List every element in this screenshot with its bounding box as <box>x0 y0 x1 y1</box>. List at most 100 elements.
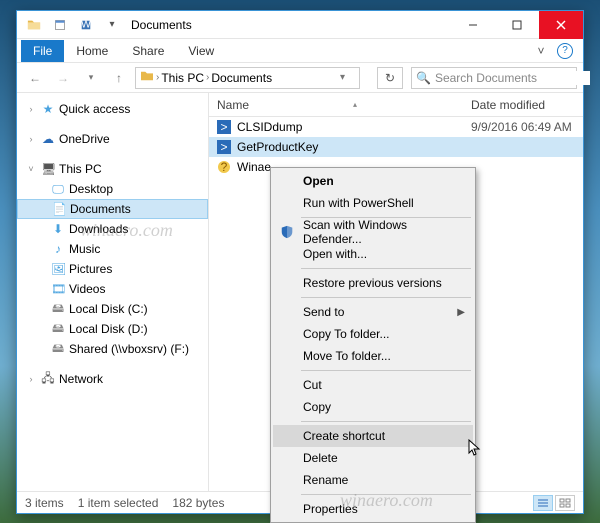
window-controls <box>451 11 583 39</box>
forward-button[interactable]: → <box>51 66 75 90</box>
powershell-file-icon: > <box>217 120 231 134</box>
quick-access-toolbar: W ▾ <box>17 14 123 36</box>
menu-item-copy[interactable]: Copy <box>273 396 473 418</box>
menu-item-delete[interactable]: Delete <box>273 447 473 469</box>
list-item[interactable]: >GetProductKey <box>209 137 583 157</box>
close-button[interactable] <box>539 11 583 39</box>
menu-item-copy-to[interactable]: Copy To folder... <box>273 323 473 345</box>
cloud-icon: ☁ <box>41 132 55 146</box>
tab-home[interactable]: Home <box>64 40 120 62</box>
chevron-right-icon[interactable]: › <box>206 72 209 83</box>
network-icon: 🖧 <box>41 369 55 390</box>
menu-item-restore-versions[interactable]: Restore previous versions <box>273 272 473 294</box>
sort-indicator-icon: ▴ <box>353 100 357 109</box>
sidebar-item-onedrive[interactable]: ›☁OneDrive <box>17 129 208 149</box>
chevron-down-icon[interactable]: ˅ <box>25 164 37 174</box>
chevron-right-icon[interactable]: › <box>25 104 37 114</box>
sidebar-item-documents[interactable]: 📄Documents <box>17 199 208 219</box>
svg-text:>: > <box>220 120 227 134</box>
qat-dropdown-icon[interactable]: ▾ <box>101 14 123 36</box>
menu-item-cut[interactable]: Cut <box>273 374 473 396</box>
ribbon: File Home Share View ˅ ? <box>17 39 583 63</box>
network-drive-icon: 🖴 <box>51 339 65 360</box>
chevron-right-icon[interactable]: › <box>156 72 159 83</box>
context-menu: Open Run with PowerShell Scan with Windo… <box>270 167 476 523</box>
search-box[interactable]: 🔍 <box>411 67 577 89</box>
details-view-button[interactable] <box>533 495 553 511</box>
chevron-right-icon[interactable]: › <box>25 134 37 144</box>
back-button[interactable]: ← <box>23 66 47 90</box>
list-header: Name▴ Date modified <box>209 93 583 117</box>
menu-item-open[interactable]: Open <box>273 170 473 192</box>
breadcrumb[interactable]: › This PC › Documents <box>135 67 360 89</box>
menu-separator <box>301 268 471 269</box>
menu-item-run-powershell[interactable]: Run with PowerShell <box>273 192 473 214</box>
menu-item-open-with[interactable]: Open with... <box>273 243 473 265</box>
menu-separator <box>301 421 471 422</box>
menu-item-rename[interactable]: Rename <box>273 469 473 491</box>
videos-icon: 🎞 <box>51 282 65 296</box>
sidebar-item-network[interactable]: ›🖧Network <box>17 369 208 389</box>
qat-properties-icon[interactable] <box>49 14 71 36</box>
music-icon: ♪ <box>51 242 65 256</box>
downloads-icon: ⬇ <box>51 222 65 236</box>
chevron-right-icon[interactable]: › <box>25 374 37 384</box>
sidebar-item-videos[interactable]: 🎞Videos <box>17 279 208 299</box>
sidebar-item-downloads[interactable]: ⬇Downloads <box>17 219 208 239</box>
column-name[interactable]: Name▴ <box>209 98 463 112</box>
maximize-button[interactable] <box>495 11 539 39</box>
sidebar-item-shared[interactable]: 🖴Shared (\\vboxsrv) (F:) <box>17 339 208 359</box>
menu-separator <box>301 370 471 371</box>
svg-text:W: W <box>81 19 91 30</box>
ribbon-expand-icon[interactable]: ˅ <box>533 43 549 59</box>
file-tab[interactable]: File <box>21 40 64 62</box>
menu-item-create-shortcut[interactable]: Create shortcut <box>273 425 473 447</box>
column-date[interactable]: Date modified <box>463 98 583 112</box>
folder-icon <box>140 70 154 85</box>
status-selected: 1 item selected <box>78 496 159 510</box>
disk-icon: 🖴 <box>51 319 65 340</box>
chevron-right-icon: ▶ <box>457 307 465 318</box>
breadcrumb-segment[interactable]: Documents <box>211 71 272 85</box>
breadcrumb-segment[interactable]: This PC <box>161 71 204 85</box>
tab-view[interactable]: View <box>176 40 226 62</box>
pictures-icon: 🖼 <box>51 262 65 276</box>
refresh-button[interactable]: ↻ <box>377 67 403 89</box>
icons-view-button[interactable] <box>555 495 575 511</box>
documents-icon: 📄 <box>52 202 66 216</box>
minimize-button[interactable] <box>451 11 495 39</box>
sidebar-item-desktop[interactable]: 🖵Desktop <box>17 179 208 199</box>
navigation-pane: ›★Quick access ›☁OneDrive ˅🖥This PC 🖵Des… <box>17 93 209 491</box>
help-icon[interactable]: ? <box>557 43 573 59</box>
titlebar: W ▾ Documents <box>17 11 583 39</box>
search-input[interactable] <box>435 71 590 85</box>
menu-item-send-to[interactable]: Send to▶ <box>273 301 473 323</box>
sidebar-item-pictures[interactable]: 🖼Pictures <box>17 259 208 279</box>
sidebar-item-disk-d[interactable]: 🖴Local Disk (D:) <box>17 319 208 339</box>
help-file-icon: ? <box>217 160 231 174</box>
sidebar-item-disk-c[interactable]: 🖴Local Disk (C:) <box>17 299 208 319</box>
up-button[interactable]: ↑ <box>107 66 131 90</box>
status-count: 3 items <box>25 496 64 510</box>
menu-item-move-to[interactable]: Move To folder... <box>273 345 473 367</box>
powershell-file-icon: > <box>217 140 231 154</box>
sidebar-item-quick-access[interactable]: ›★Quick access <box>17 99 208 119</box>
menu-item-scan-defender[interactable]: Scan with Windows Defender... <box>273 221 473 243</box>
recent-locations-icon[interactable]: ▾ <box>79 66 103 90</box>
search-icon: 🔍 <box>416 71 431 85</box>
computer-icon: 🖥 <box>41 162 55 176</box>
shield-icon <box>279 224 295 240</box>
folder-icon <box>23 14 45 36</box>
status-size: 182 bytes <box>172 496 224 510</box>
desktop-icon: 🖵 <box>51 182 65 197</box>
qat-newfolder-icon[interactable]: W <box>75 14 97 36</box>
sidebar-item-music[interactable]: ♪Music <box>17 239 208 259</box>
list-item[interactable]: >CLSIDdump 9/9/2016 06:49 AM <box>209 117 583 137</box>
svg-text:>: > <box>220 140 227 154</box>
disk-icon: 🖴 <box>51 299 65 320</box>
sidebar-item-this-pc[interactable]: ˅🖥This PC <box>17 159 208 179</box>
menu-separator <box>301 494 471 495</box>
svg-text:?: ? <box>221 160 228 174</box>
menu-item-properties[interactable]: Properties <box>273 498 473 520</box>
tab-share[interactable]: Share <box>120 40 176 62</box>
